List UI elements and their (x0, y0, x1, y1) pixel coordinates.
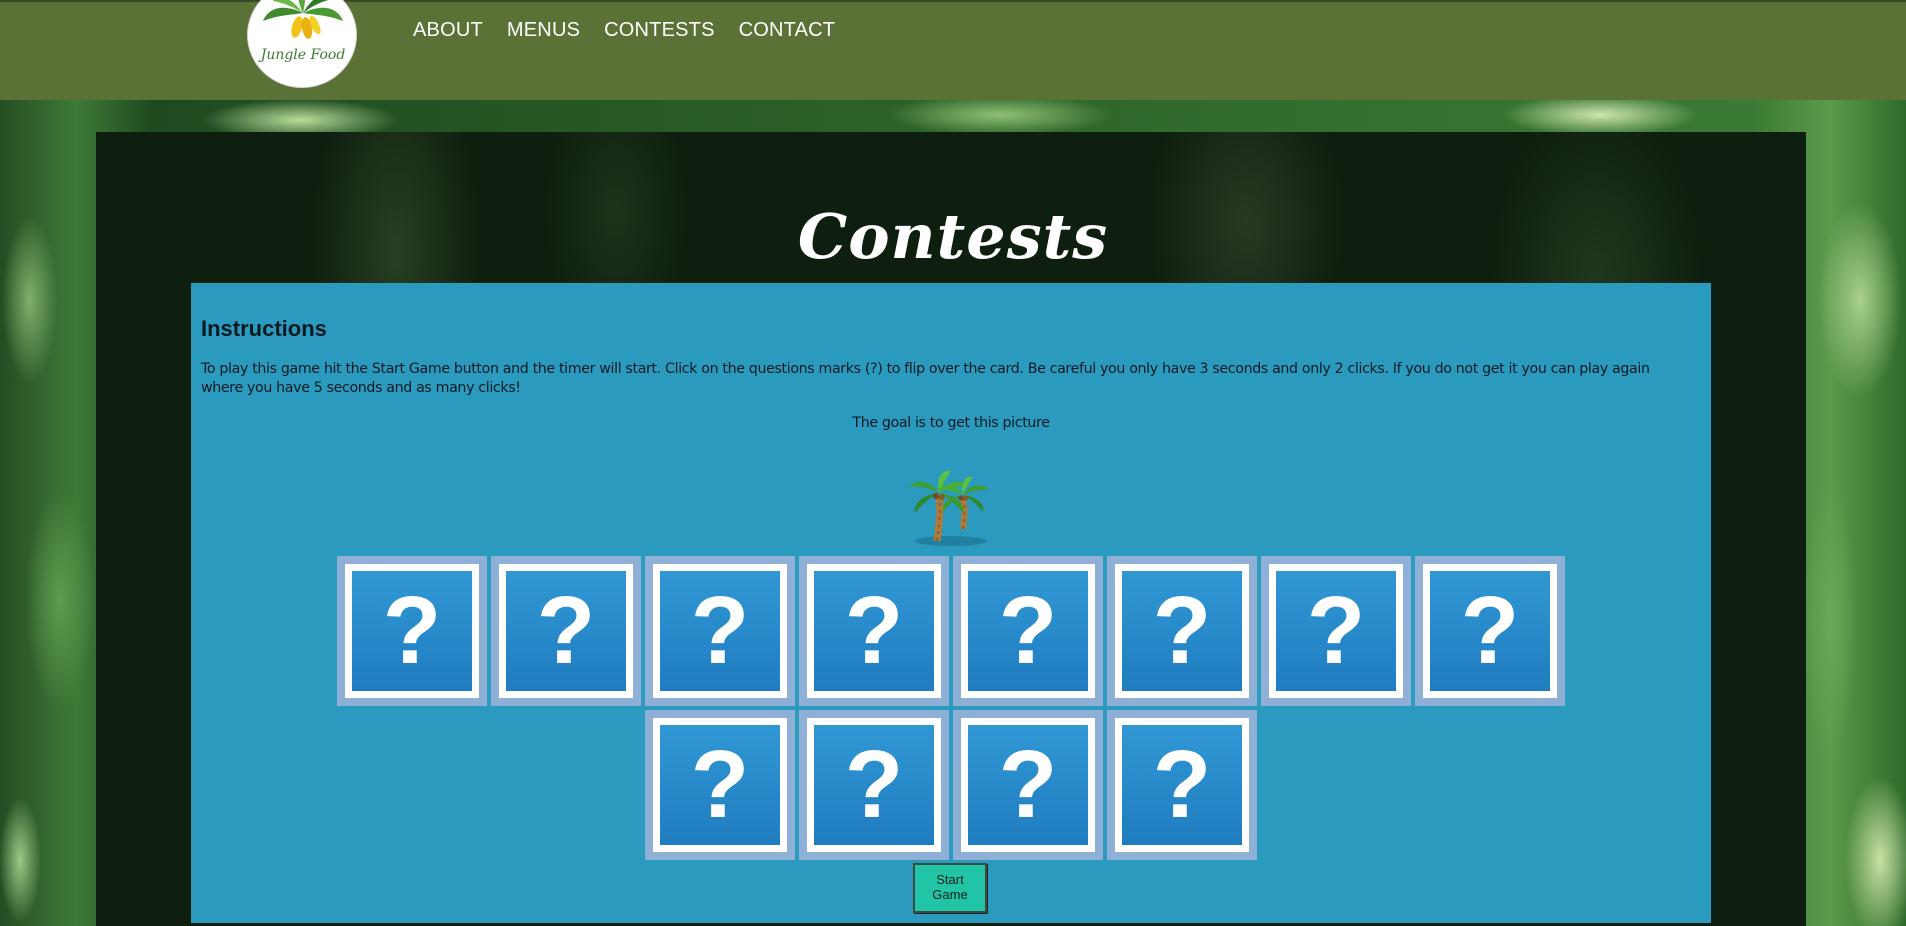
question-mark-icon: ? (968, 571, 1088, 691)
memory-card[interactable]: ? (1107, 556, 1257, 706)
memory-card[interactable]: ? (799, 710, 949, 860)
memory-card[interactable]: ? (645, 710, 795, 860)
memory-card[interactable]: ? (645, 556, 795, 706)
memory-card[interactable]: ? (337, 556, 487, 706)
start-game-label-line2: Game (932, 887, 968, 902)
nav-about[interactable]: ABOUT (413, 19, 483, 42)
instructions-text: To play this game hit the Start Game but… (201, 361, 1650, 396)
logo-text: Jungle Food (260, 47, 346, 63)
site-logo[interactable]: Jungle Food (247, 0, 357, 88)
question-mark-icon: ? (814, 571, 934, 691)
question-mark-icon: ? (1276, 571, 1396, 691)
memory-card[interactable]: ? (1261, 556, 1411, 706)
site-header: Jungle Food ABOUT MENUS CONTESTS CONTACT (0, 0, 1906, 100)
card-row-1: ? ? ? ? ? ? ? ? (191, 556, 1711, 706)
nav-menus[interactable]: MENUS (507, 19, 580, 42)
question-mark-icon: ? (1430, 571, 1550, 691)
goal-text: The goal is to get this picture (852, 415, 1050, 431)
palm-trees-icon (903, 455, 1003, 549)
question-mark-icon: ? (968, 725, 1088, 845)
memory-card[interactable]: ? (491, 556, 641, 706)
memory-card[interactable]: ? (1415, 556, 1565, 706)
question-mark-icon: ? (352, 571, 472, 691)
start-game-label-line1: Start (936, 872, 964, 887)
card-row-2: ? ? ? ? (191, 710, 1711, 860)
question-mark-icon: ? (660, 725, 780, 845)
start-game-button[interactable]: Start Game (913, 863, 987, 913)
question-mark-icon: ? (1122, 725, 1242, 845)
question-mark-icon: ? (814, 725, 934, 845)
question-mark-icon: ? (660, 571, 780, 691)
nav-contact[interactable]: CONTACT (739, 19, 836, 42)
instructions-heading: Instructions (201, 316, 327, 341)
main-nav: ABOUT MENUS CONTESTS CONTACT (413, 19, 835, 42)
question-mark-icon: ? (506, 571, 626, 691)
memory-card[interactable]: ? (1107, 710, 1257, 860)
memory-card[interactable]: ? (953, 556, 1103, 706)
banana-leaves-icon (263, 0, 343, 39)
memory-card-grid: ? ? ? ? ? ? ? ? ? ? ? ? (191, 556, 1711, 864)
memory-card[interactable]: ? (799, 556, 949, 706)
page-title: Contests (797, 200, 1109, 273)
memory-card[interactable]: ? (953, 710, 1103, 860)
nav-contests[interactable]: CONTESTS (604, 19, 715, 42)
question-mark-icon: ? (1122, 571, 1242, 691)
contest-content: Instructions To play this game hit the S… (191, 283, 1711, 923)
